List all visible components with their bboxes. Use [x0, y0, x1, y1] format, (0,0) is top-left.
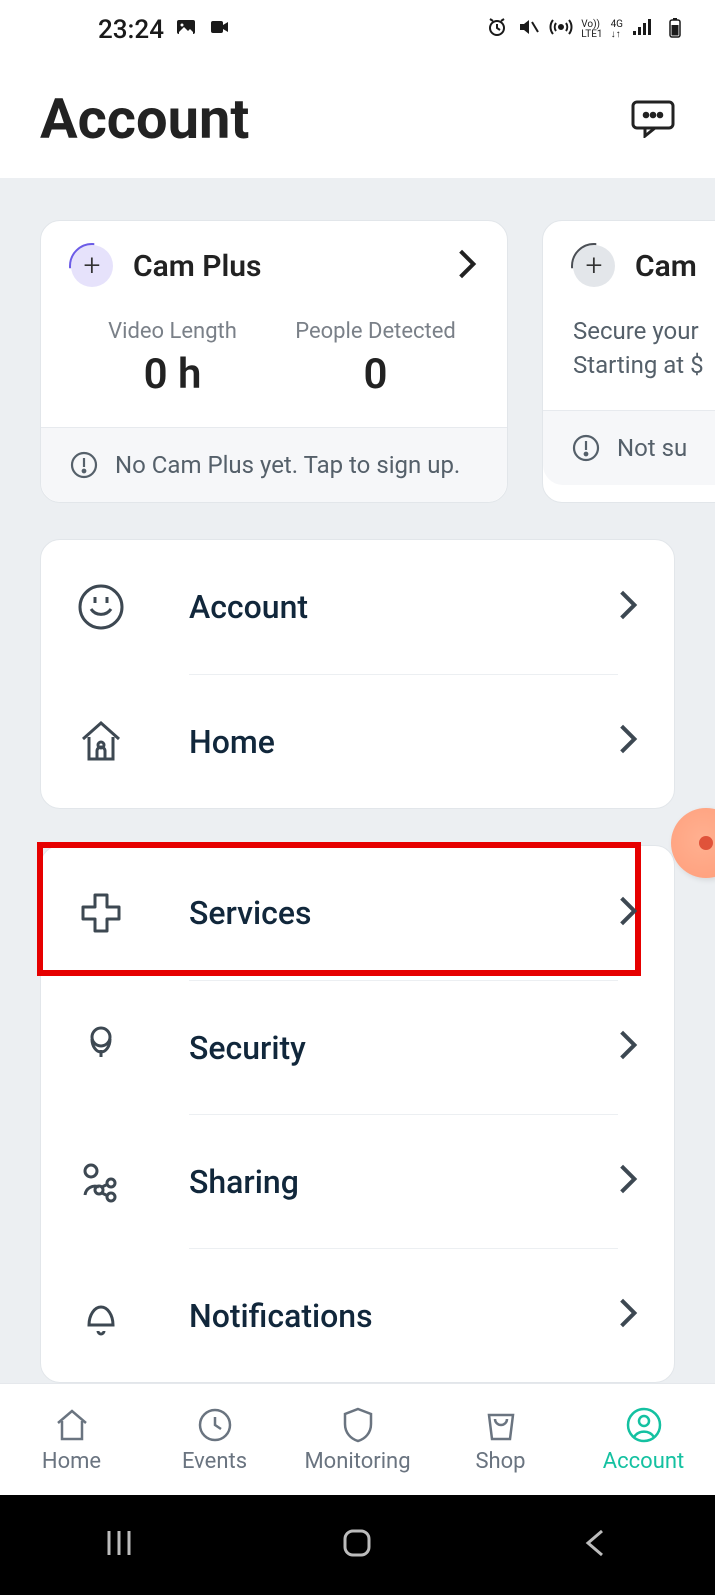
menu-item-security[interactable]: Security: [41, 980, 674, 1114]
alert-icon: [69, 450, 99, 480]
chevron-right-icon: [457, 248, 477, 284]
menu-group-services: Services Security Sharing Notifications: [40, 845, 675, 1383]
lock-icon: [73, 1019, 129, 1075]
chevron-right-icon: [618, 723, 638, 759]
alert-icon: [571, 433, 601, 463]
hotspot-icon: [549, 15, 573, 46]
tab-home[interactable]: Home: [0, 1384, 143, 1495]
tab-account[interactable]: Account: [572, 1384, 715, 1495]
tab-label: Monitoring: [304, 1449, 410, 1474]
tab-bar: Home Events Monitoring Shop Account: [0, 1383, 715, 1495]
plus-badge-icon: +: [71, 245, 113, 287]
menu-label: Home: [189, 723, 275, 761]
menu-item-home[interactable]: Home: [41, 674, 674, 808]
promo-footer[interactable]: No Cam Plus yet. Tap to sign up.: [41, 427, 507, 502]
back-button[interactable]: [578, 1525, 614, 1565]
menu-item-services[interactable]: Services: [41, 846, 674, 980]
promo-title: Cam Plus: [133, 249, 437, 284]
system-nav-bar: [0, 1495, 715, 1595]
content-area: + Cam Plus Video Length 0 h People Detec…: [0, 178, 715, 1383]
menu-label: Notifications: [189, 1297, 373, 1335]
stat-label: Video Length: [71, 319, 274, 344]
chevron-right-icon: [618, 1163, 638, 1199]
promo-title: Cam: [635, 249, 715, 284]
menu-item-account[interactable]: Account: [41, 540, 674, 674]
signal-icon: [631, 15, 655, 46]
stat-value: 0 h: [71, 350, 274, 399]
image-icon: [174, 15, 198, 46]
chat-icon[interactable]: [631, 100, 675, 138]
home-button[interactable]: [339, 1525, 375, 1565]
menu-item-sharing[interactable]: Sharing: [41, 1114, 674, 1248]
menu-label: Sharing: [189, 1163, 299, 1201]
menu-item-notifications[interactable]: Notifications: [41, 1248, 674, 1382]
plus-badge-icon: +: [573, 245, 615, 287]
page-title: Account: [40, 86, 249, 152]
chevron-right-icon: [618, 895, 638, 931]
promo-desc-line: Starting at $: [573, 349, 715, 383]
chevron-right-icon: [618, 589, 638, 625]
menu-label: Security: [189, 1029, 306, 1067]
chevron-right-icon: [618, 1029, 638, 1065]
alarm-icon: [485, 15, 509, 46]
menu-label: Account: [189, 588, 308, 626]
tab-shop[interactable]: Shop: [429, 1384, 572, 1495]
bell-icon: [73, 1287, 129, 1343]
plus-cross-icon: [73, 885, 129, 941]
battery-icon: [663, 15, 687, 46]
video-icon: [208, 15, 232, 46]
network-icon: 4G↓↑: [611, 20, 623, 40]
status-time: 23:24: [98, 15, 164, 45]
share-icon: [73, 1153, 129, 1209]
promo-footer[interactable]: Not su: [543, 410, 715, 485]
chevron-right-icon: [618, 1297, 638, 1333]
smiley-icon: [73, 579, 129, 635]
header: Account: [0, 60, 715, 178]
tab-label: Account: [603, 1449, 684, 1474]
promo-card-cam2[interactable]: + Cam Secure your Starting at $ Not su: [542, 220, 715, 503]
promo-desc-line: Secure your: [573, 315, 715, 349]
stat-value: 0: [274, 350, 477, 399]
tab-label: Shop: [475, 1449, 525, 1474]
status-bar: 23:24 Vo))LTE1 4G↓↑: [0, 0, 715, 60]
house-icon: [73, 713, 129, 769]
promo-card-camplus[interactable]: + Cam Plus Video Length 0 h People Detec…: [40, 220, 508, 503]
recents-button[interactable]: [101, 1525, 137, 1565]
mute-icon: [517, 15, 541, 46]
tab-events[interactable]: Events: [143, 1384, 286, 1495]
stat-label: People Detected: [274, 319, 477, 344]
promo-footer-text: No Cam Plus yet. Tap to sign up.: [115, 451, 460, 479]
tab-monitoring[interactable]: Monitoring: [286, 1384, 429, 1495]
menu-group-account: Account Home: [40, 539, 675, 809]
floating-assist-bubble[interactable]: [671, 808, 715, 878]
promo-carousel[interactable]: + Cam Plus Video Length 0 h People Detec…: [0, 220, 715, 503]
menu-label: Services: [189, 894, 311, 932]
lte-icon: Vo))LTE1: [581, 20, 602, 40]
tab-label: Home: [42, 1449, 101, 1474]
promo-footer-text: Not su: [617, 434, 687, 462]
tab-label: Events: [182, 1449, 247, 1474]
